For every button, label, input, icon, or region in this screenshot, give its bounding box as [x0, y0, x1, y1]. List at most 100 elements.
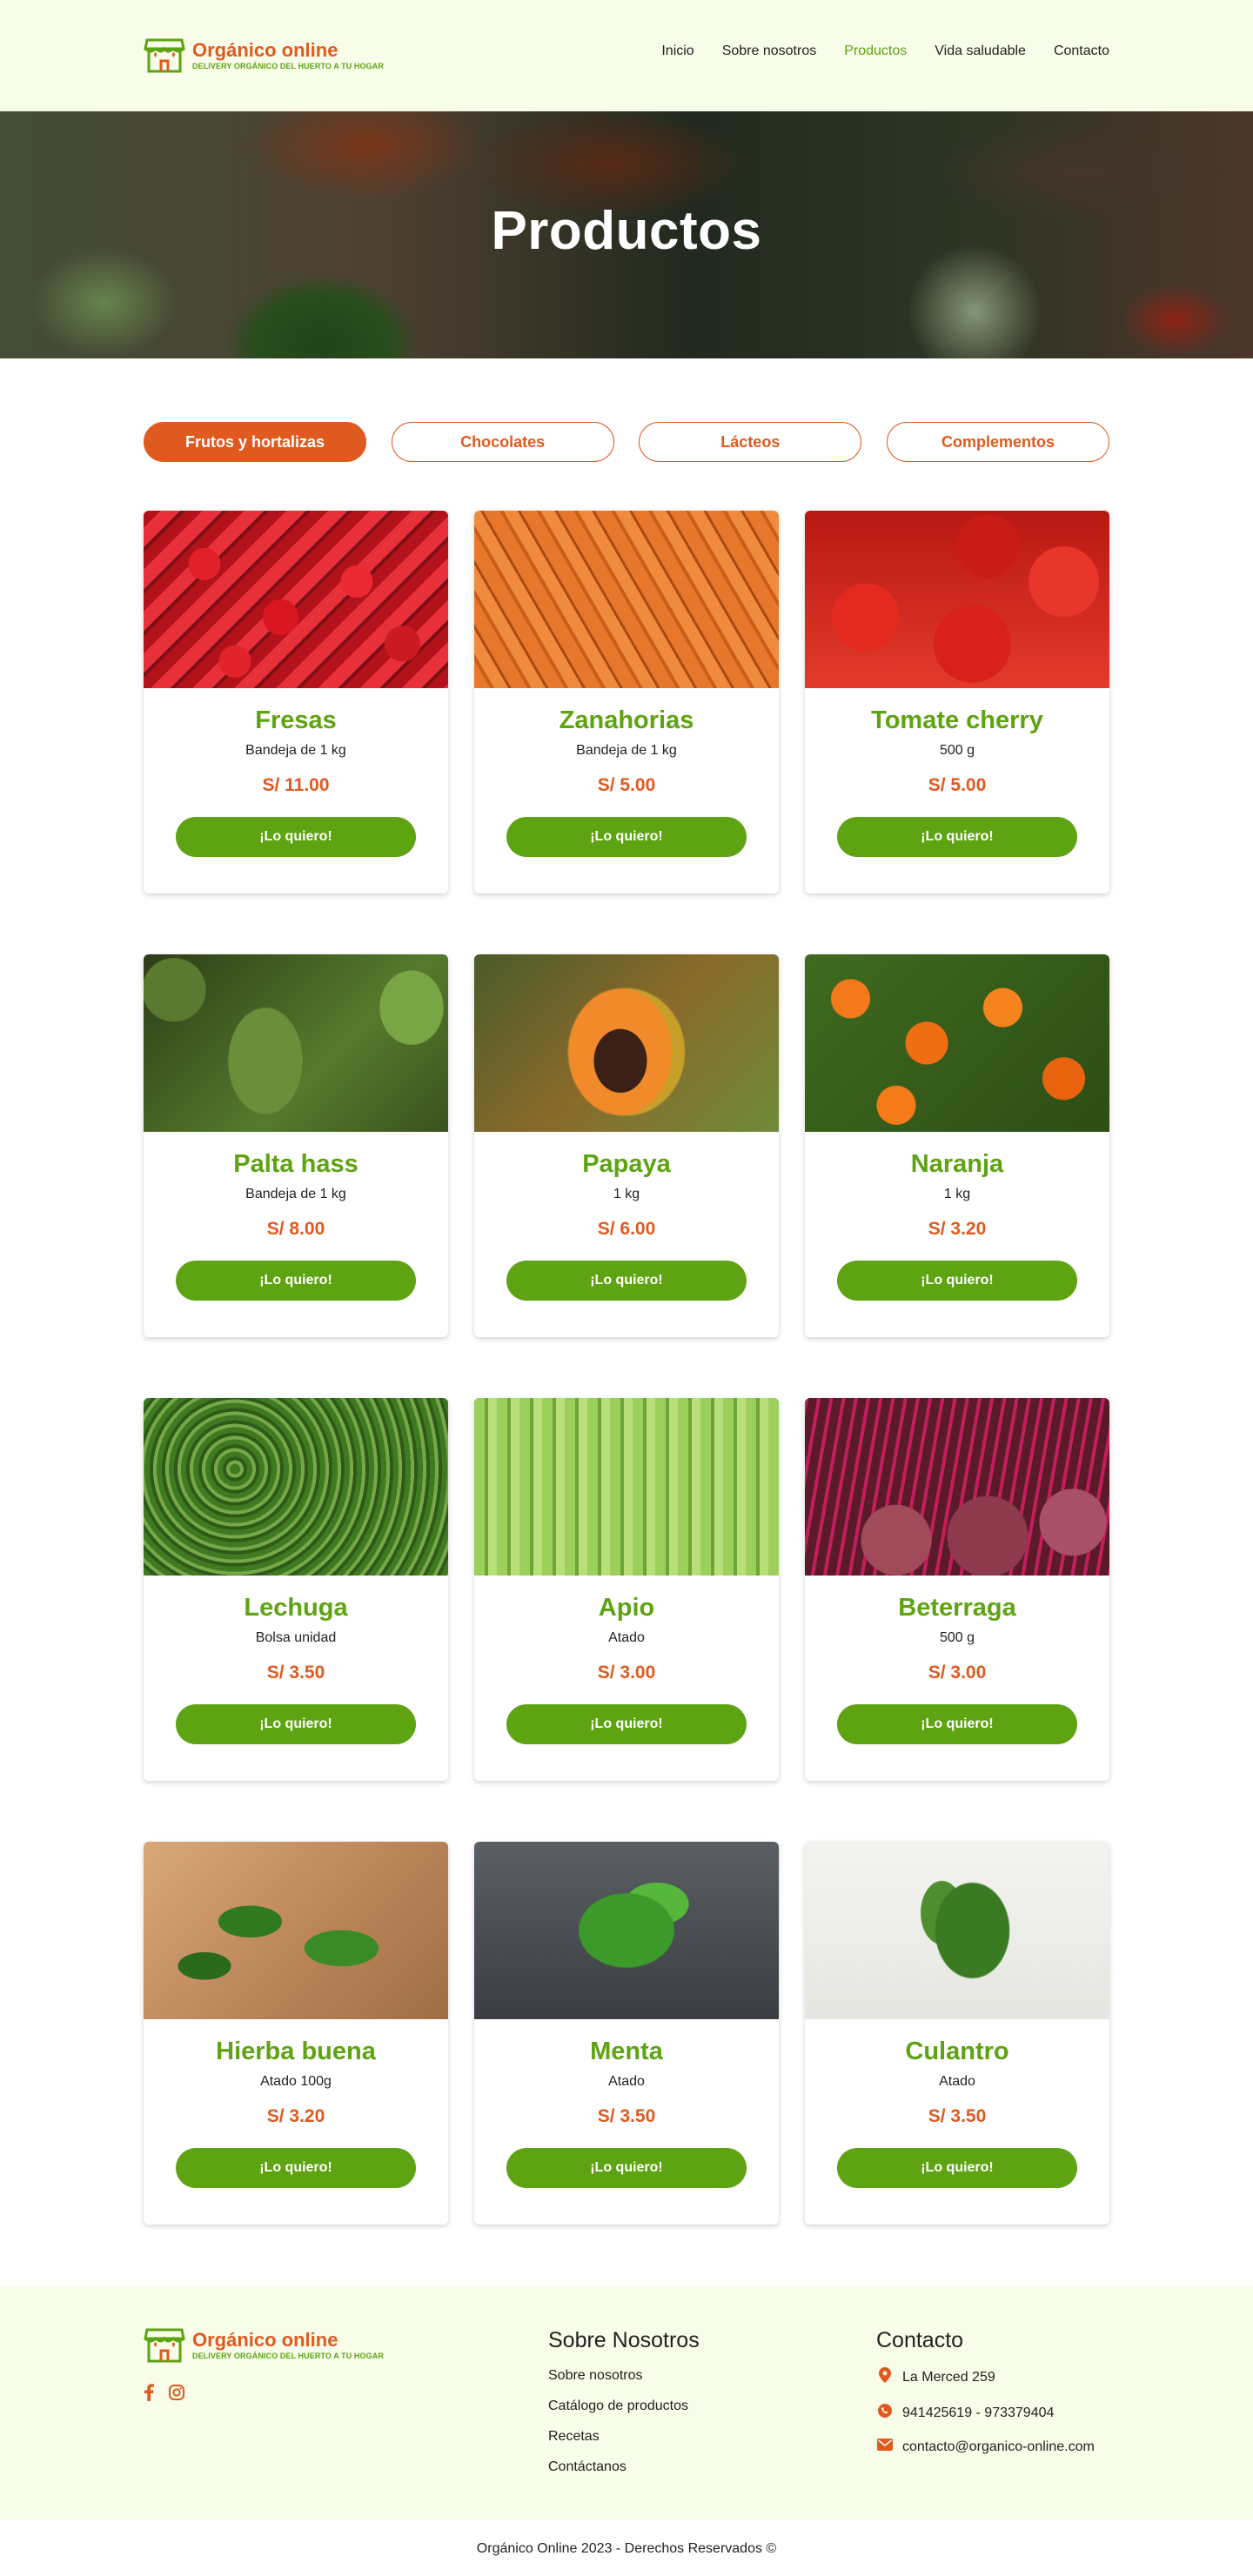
product-card: Naranja 1 kg S/ 3.20 ¡Lo quiero! — [805, 954, 1109, 1337]
product-description: Bandeja de 1 kg — [576, 743, 677, 758]
add-to-cart-button[interactable]: ¡Lo quiero! — [837, 1704, 1077, 1744]
brand-name: Orgánico online — [192, 39, 338, 61]
product-price: S/ 3.00 — [597, 1663, 656, 1683]
add-to-cart-button[interactable]: ¡Lo quiero! — [837, 2148, 1077, 2188]
product-card: Palta hass Bandeja de 1 kg S/ 8.00 ¡Lo q… — [144, 954, 448, 1337]
footer-link-catalogo[interactable]: Catálogo de productos — [548, 2398, 700, 2415]
product-name: Hierba buena — [216, 2037, 376, 2065]
product-name: Menta — [590, 2037, 663, 2065]
add-to-cart-button[interactable]: ¡Lo quiero! — [176, 2148, 416, 2188]
product-image — [144, 954, 448, 1132]
add-to-cart-button[interactable]: ¡Lo quiero! — [506, 1261, 747, 1301]
product-card: Papaya 1 kg S/ 6.00 ¡Lo quiero! — [474, 954, 779, 1337]
product-price: S/ 8.00 — [266, 1219, 325, 1239]
contact-phone-text[interactable]: 941425619 - 973379404 — [902, 2405, 1054, 2422]
contact-address-text: La Merced 259 — [902, 2370, 995, 2385]
site-header: Orgánico online DELIVERY ORGÁNICO DEL HU… — [0, 0, 1253, 111]
brand-tagline: DELIVERY ORGÁNICO DEL HUERTO A TU HOGAR — [192, 62, 384, 70]
product-image — [474, 954, 779, 1132]
add-to-cart-button[interactable]: ¡Lo quiero! — [506, 1704, 747, 1744]
product-card: Fresas Bandeja de 1 kg S/ 11.00 ¡Lo quie… — [144, 511, 448, 893]
footer-logo[interactable]: Orgánico online DELIVERY ORGÁNICO DEL HU… — [144, 2326, 384, 2365]
product-image — [474, 1398, 779, 1576]
product-price: S/ 5.00 — [928, 775, 987, 795]
product-description: 1 kg — [613, 1187, 640, 1201]
footer-link-sobre-nosotros[interactable]: Sobre nosotros — [548, 2367, 700, 2385]
add-to-cart-button[interactable]: ¡Lo quiero! — [176, 1261, 416, 1301]
tab-chocolates[interactable]: Chocolates — [391, 422, 614, 462]
add-to-cart-button[interactable]: ¡Lo quiero! — [837, 817, 1077, 857]
tab-lacteos[interactable]: Lácteos — [639, 422, 862, 462]
product-description: Bolsa unidad — [255, 1630, 337, 1645]
product-card: Tomate cherry 500 g S/ 5.00 ¡Lo quiero! — [805, 511, 1109, 893]
product-image — [144, 1842, 448, 2019]
product-description: Bandeja de 1 kg — [245, 743, 346, 758]
contact-email: contacto@organico-online.com — [876, 2439, 1095, 2456]
product-grid: Fresas Bandeja de 1 kg S/ 11.00 ¡Lo quie… — [144, 511, 1109, 2225]
tab-frutos-y-hortalizas[interactable]: Frutos y hortalizas — [144, 422, 366, 462]
nav-item-productos[interactable]: Productos — [844, 43, 907, 59]
site-footer: Orgánico online DELIVERY ORGÁNICO DEL HU… — [0, 2286, 1253, 2519]
facebook-icon[interactable] — [144, 2384, 154, 2405]
add-to-cart-button[interactable]: ¡Lo quiero! — [506, 817, 747, 857]
add-to-cart-button[interactable]: ¡Lo quiero! — [506, 2148, 747, 2188]
product-price: S/ 5.00 — [597, 775, 656, 795]
footer-link-recetas[interactable]: Recetas — [548, 2428, 700, 2446]
nav-item-sobre-nosotros[interactable]: Sobre nosotros — [722, 43, 817, 59]
contact-email-text[interactable]: contacto@organico-online.com — [902, 2439, 1095, 2456]
add-to-cart-button[interactable]: ¡Lo quiero! — [176, 817, 416, 857]
product-name: Palta hass — [233, 1150, 358, 1178]
footer-about-column: Sobre Nosotros Sobre nosotros Catálogo d… — [548, 2328, 700, 2489]
add-to-cart-button[interactable]: ¡Lo quiero! — [176, 1704, 416, 1744]
product-price: S/ 6.00 — [597, 1219, 656, 1239]
product-name: Beterraga — [898, 1594, 1016, 1622]
product-price: S/ 3.50 — [266, 1663, 325, 1683]
location-pin-icon — [876, 2367, 894, 2388]
nav-item-inicio[interactable]: Inicio — [661, 43, 694, 59]
product-name: Fresas — [255, 706, 337, 734]
tab-complementos[interactable]: Complementos — [886, 422, 1109, 462]
product-image — [805, 954, 1109, 1132]
contact-address: La Merced 259 — [876, 2367, 1095, 2388]
footer-link-contactanos[interactable]: Contáctanos — [548, 2459, 700, 2476]
product-image — [805, 511, 1109, 688]
nav-item-vida-saludable[interactable]: Vida saludable — [935, 43, 1026, 59]
instagram-icon[interactable] — [168, 2384, 185, 2405]
email-icon — [876, 2439, 894, 2456]
product-name: Lechuga — [244, 1594, 348, 1622]
social-links — [144, 2384, 185, 2405]
page-title: Productos — [491, 201, 762, 261]
shop-icon — [144, 2326, 185, 2365]
product-card: Menta Atado S/ 3.50 ¡Lo quiero! — [474, 1842, 779, 2225]
product-description: Atado — [608, 2074, 645, 2089]
product-card: Hierba buena Atado 100g S/ 3.20 ¡Lo quie… — [144, 1842, 448, 2225]
product-card: Beterraga 500 g S/ 3.00 ¡Lo quiero! — [805, 1398, 1109, 1781]
brand-logo[interactable]: Orgánico online DELIVERY ORGÁNICO DEL HU… — [144, 37, 384, 75]
footer-contact-title: Contacto — [876, 2328, 964, 2352]
product-description: Atado 100g — [260, 2074, 332, 2089]
product-price: S/ 3.20 — [266, 2106, 325, 2126]
main-nav: Inicio Sobre nosotros Productos Vida sal… — [633, 43, 1109, 59]
nav-item-contacto[interactable]: Contacto — [1054, 43, 1109, 59]
product-card: Zanahorias Bandeja de 1 kg S/ 5.00 ¡Lo q… — [474, 511, 779, 893]
hero-banner: Productos — [0, 111, 1253, 358]
product-price: S/ 3.00 — [928, 1663, 987, 1683]
product-price: S/ 3.50 — [928, 2106, 987, 2126]
shop-icon — [144, 37, 185, 75]
product-name: Papaya — [582, 1150, 671, 1178]
product-description: 500 g — [939, 743, 975, 758]
product-card: Apio Atado S/ 3.00 ¡Lo quiero! — [474, 1398, 779, 1781]
product-name: Tomate cherry — [871, 706, 1043, 734]
copyright-text: Orgánico Online 2023 - Derechos Reservad… — [476, 2541, 777, 2556]
category-tabs: Frutos y hortalizas Chocolates Lácteos C… — [144, 422, 1109, 462]
product-name: Zanahorias — [559, 706, 694, 734]
product-price: S/ 3.50 — [597, 2106, 656, 2126]
product-name: Naranja — [910, 1150, 1004, 1178]
product-price: S/ 3.20 — [928, 1219, 987, 1239]
product-description: 1 kg — [943, 1187, 971, 1201]
add-to-cart-button[interactable]: ¡Lo quiero! — [837, 1261, 1077, 1301]
product-price: S/ 11.00 — [262, 775, 330, 795]
product-image — [805, 1398, 1109, 1576]
brand-name: Orgánico online — [192, 2329, 338, 2351]
product-image — [474, 511, 779, 688]
